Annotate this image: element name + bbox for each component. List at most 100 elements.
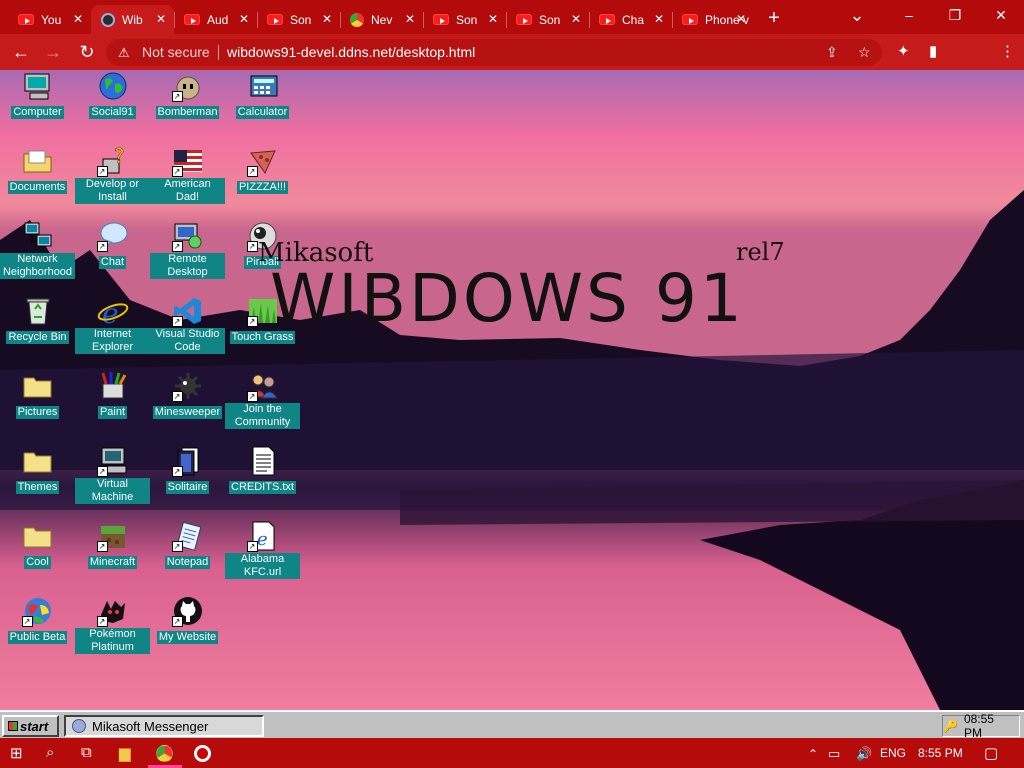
desktop-icon-credits-txt[interactable]: CREDITS.txt <box>225 445 300 495</box>
chrome-taskbar-icon[interactable] <box>156 745 173 762</box>
reload-button[interactable]: ↻ <box>75 41 99 63</box>
back-button[interactable]: ← <box>9 41 33 63</box>
share-icon[interactable]: ⇪ <box>826 44 838 61</box>
tab-title: Son <box>456 12 478 27</box>
desktop-icon-label: Solitaire <box>165 481 210 494</box>
desktop-icon-remote-desktop[interactable]: ↗ Remote Desktop <box>150 220 225 280</box>
desktop-icon-pizzza-[interactable]: ↗ PIZZZA!!! <box>225 145 300 195</box>
network-icon[interactable]: ▭ <box>828 746 840 762</box>
desktop-icon-cool[interactable]: Cool <box>0 520 75 570</box>
volume-icon[interactable]: 🔊 <box>856 746 872 762</box>
extensions-icon[interactable]: ✦ <box>897 42 910 60</box>
desktop-icon-paint[interactable]: Paint <box>75 370 150 420</box>
search-icon[interactable]: ⌕ <box>46 744 54 761</box>
desktop-icon-calculator[interactable]: Calculator <box>225 70 300 120</box>
tab-5[interactable]: Nev ✕ <box>340 5 423 34</box>
language-indicator[interactable]: ENG <box>880 746 906 760</box>
svg-text:e: e <box>102 297 119 327</box>
side-panel-icon[interactable]: ▮ <box>929 42 937 60</box>
start-button[interactable]: start <box>2 715 59 737</box>
close-window-button[interactable]: ✕ <box>978 0 1024 30</box>
desktop-icon-label: Themes <box>15 481 60 494</box>
w91-clock[interactable]: 08:55 PM <box>964 712 1013 740</box>
vscode-icon: ↗ <box>171 295 204 327</box>
text-file-icon <box>247 445 279 477</box>
new-tab-button[interactable]: + <box>754 3 794 33</box>
desktop-icon-label: Pictures <box>15 406 60 419</box>
close-tab-icon[interactable]: ✕ <box>239 12 249 26</box>
youtube-icon <box>267 14 283 25</box>
desktop-icon-virtual-machine[interactable]: ↗ Virtual Machine <box>75 445 150 505</box>
desktop-icon-label: Cool <box>24 556 51 569</box>
tab-search-icon[interactable]: ⌄ <box>834 0 880 30</box>
bookmark-star-icon[interactable]: ☆ <box>858 44 871 61</box>
desktop-icon-network-neighborhood[interactable]: Network Neighborhood <box>0 220 75 280</box>
desktop-icon-visual-studio-code[interactable]: ↗ Visual Studio Code <box>150 295 225 355</box>
desktop-icon-notepad[interactable]: ↗ Notepad <box>150 520 225 570</box>
close-tab-icon[interactable]: ✕ <box>571 12 581 26</box>
desktop-icon-themes[interactable]: Themes <box>0 445 75 495</box>
desktop-icon-american-dad-[interactable]: ↗ American Dad! <box>150 145 225 205</box>
minimize-button[interactable]: – <box>886 0 932 30</box>
close-tab-icon[interactable]: ✕ <box>322 12 332 26</box>
desktop-icon-pok-mon-platinum[interactable]: ↗ Pokémon Platinum <box>75 595 150 655</box>
desktop-icon-documents[interactable]: Documents <box>0 145 75 195</box>
windows-start-icon[interactable]: ⊞ <box>10 744 23 762</box>
warning-icon[interactable]: ⚠ <box>118 45 130 61</box>
close-tab-icon[interactable]: ✕ <box>156 12 166 26</box>
task-mikasoft-messenger[interactable]: Mikasoft Messenger <box>64 715 264 737</box>
desktop-icon-develop-or-install[interactable]: ? ↗ Develop or Install <box>75 145 150 205</box>
tab-1[interactable]: You ✕ <box>8 5 91 34</box>
notifications-icon[interactable]: ▢ <box>984 744 998 762</box>
desktop-icon-label: Network Neighborhood <box>0 253 75 279</box>
desktop-icon-label: Virtual Machine <box>75 478 150 504</box>
tab-7[interactable]: Son ✕ <box>506 5 589 34</box>
wibdows-favicon-icon <box>101 12 115 27</box>
desktop-icon-public-beta[interactable]: ↗ Public Beta <box>0 595 75 645</box>
desktop-icon-pictures[interactable]: Pictures <box>0 370 75 420</box>
tab-9[interactable]: Phone v ✕ <box>672 5 754 34</box>
tab-2[interactable]: Wib ✕ <box>91 5 174 34</box>
shortcut-arrow-icon: ↗ <box>21 616 33 627</box>
record-app-icon[interactable] <box>194 745 211 762</box>
desktop-icon-my-website[interactable]: ↗ My Website <box>150 595 225 645</box>
forward-button[interactable]: → <box>41 41 65 63</box>
desktop-icon-solitaire[interactable]: ↗ Solitaire <box>150 445 225 495</box>
close-tab-icon[interactable]: ✕ <box>654 12 664 26</box>
tab-8[interactable]: Cha ✕ <box>589 5 672 34</box>
os-clock[interactable]: 8:55 PM <box>918 746 963 760</box>
desktop-icon-bomberman[interactable]: ↗ Bomberman <box>150 70 225 120</box>
key-icon[interactable]: 🔑 <box>943 719 958 733</box>
desktop-icon-computer[interactable]: Computer <box>0 70 75 120</box>
desktop-icon-social91[interactable]: Social91 <box>75 70 150 120</box>
tab-6[interactable]: Son ✕ <box>423 5 506 34</box>
tab-title: Wib <box>122 12 143 27</box>
close-tab-icon[interactable]: ✕ <box>488 12 498 26</box>
restore-button[interactable]: ❐ <box>932 0 978 30</box>
task-label: Mikasoft Messenger <box>92 718 209 734</box>
desktop-icon-minesweeper[interactable]: ↗ Minesweeper <box>150 370 225 420</box>
close-tab-icon[interactable]: ✕ <box>405 12 415 26</box>
omnibox[interactable]: ⚠ Not secure wibdows91-devel.ddns.net/de… <box>106 39 882 66</box>
tab-4[interactable]: Son ✕ <box>257 5 340 34</box>
divider <box>218 45 219 60</box>
menu-dots-icon[interactable]: ⋮ <box>1000 42 1015 60</box>
public-beta-icon: ↗ <box>21 595 54 627</box>
desktop-icon-alabama-kfc-url[interactable]: e ↗ Alabama KFC.url <box>225 520 300 580</box>
desktop-icon-recycle-bin[interactable]: Recycle Bin <box>0 295 75 345</box>
desktop-icon-chat[interactable]: ↗ Chat <box>75 220 150 270</box>
tab-3[interactable]: Aud ✕ <box>174 5 257 34</box>
desktop-icon-join-the-community[interactable]: ↗ Join the Community <box>225 370 300 430</box>
url-text[interactable]: wibdows91-devel.ddns.net/desktop.html <box>227 44 475 60</box>
desktop-icon-internet-explorer[interactable]: e Internet Explorer <box>75 295 150 355</box>
desktop-icon-minecraft[interactable]: ↗ Minecraft <box>75 520 150 570</box>
close-tab-icon[interactable]: ✕ <box>736 12 746 26</box>
task-view-icon[interactable]: ⧉ <box>81 744 92 761</box>
chevron-up-icon[interactable]: ⌃ <box>808 747 818 761</box>
tab-title: Son <box>539 12 561 27</box>
security-label[interactable]: Not secure <box>142 44 210 60</box>
wibdows-desktop[interactable]: Computer Social91 ↗ Bomberman Calculator Docu… <box>0 70 1024 710</box>
close-tab-icon[interactable]: ✕ <box>73 12 83 26</box>
svg-text:?: ? <box>114 145 125 168</box>
file-explorer-icon[interactable]: ▆ <box>119 744 131 762</box>
